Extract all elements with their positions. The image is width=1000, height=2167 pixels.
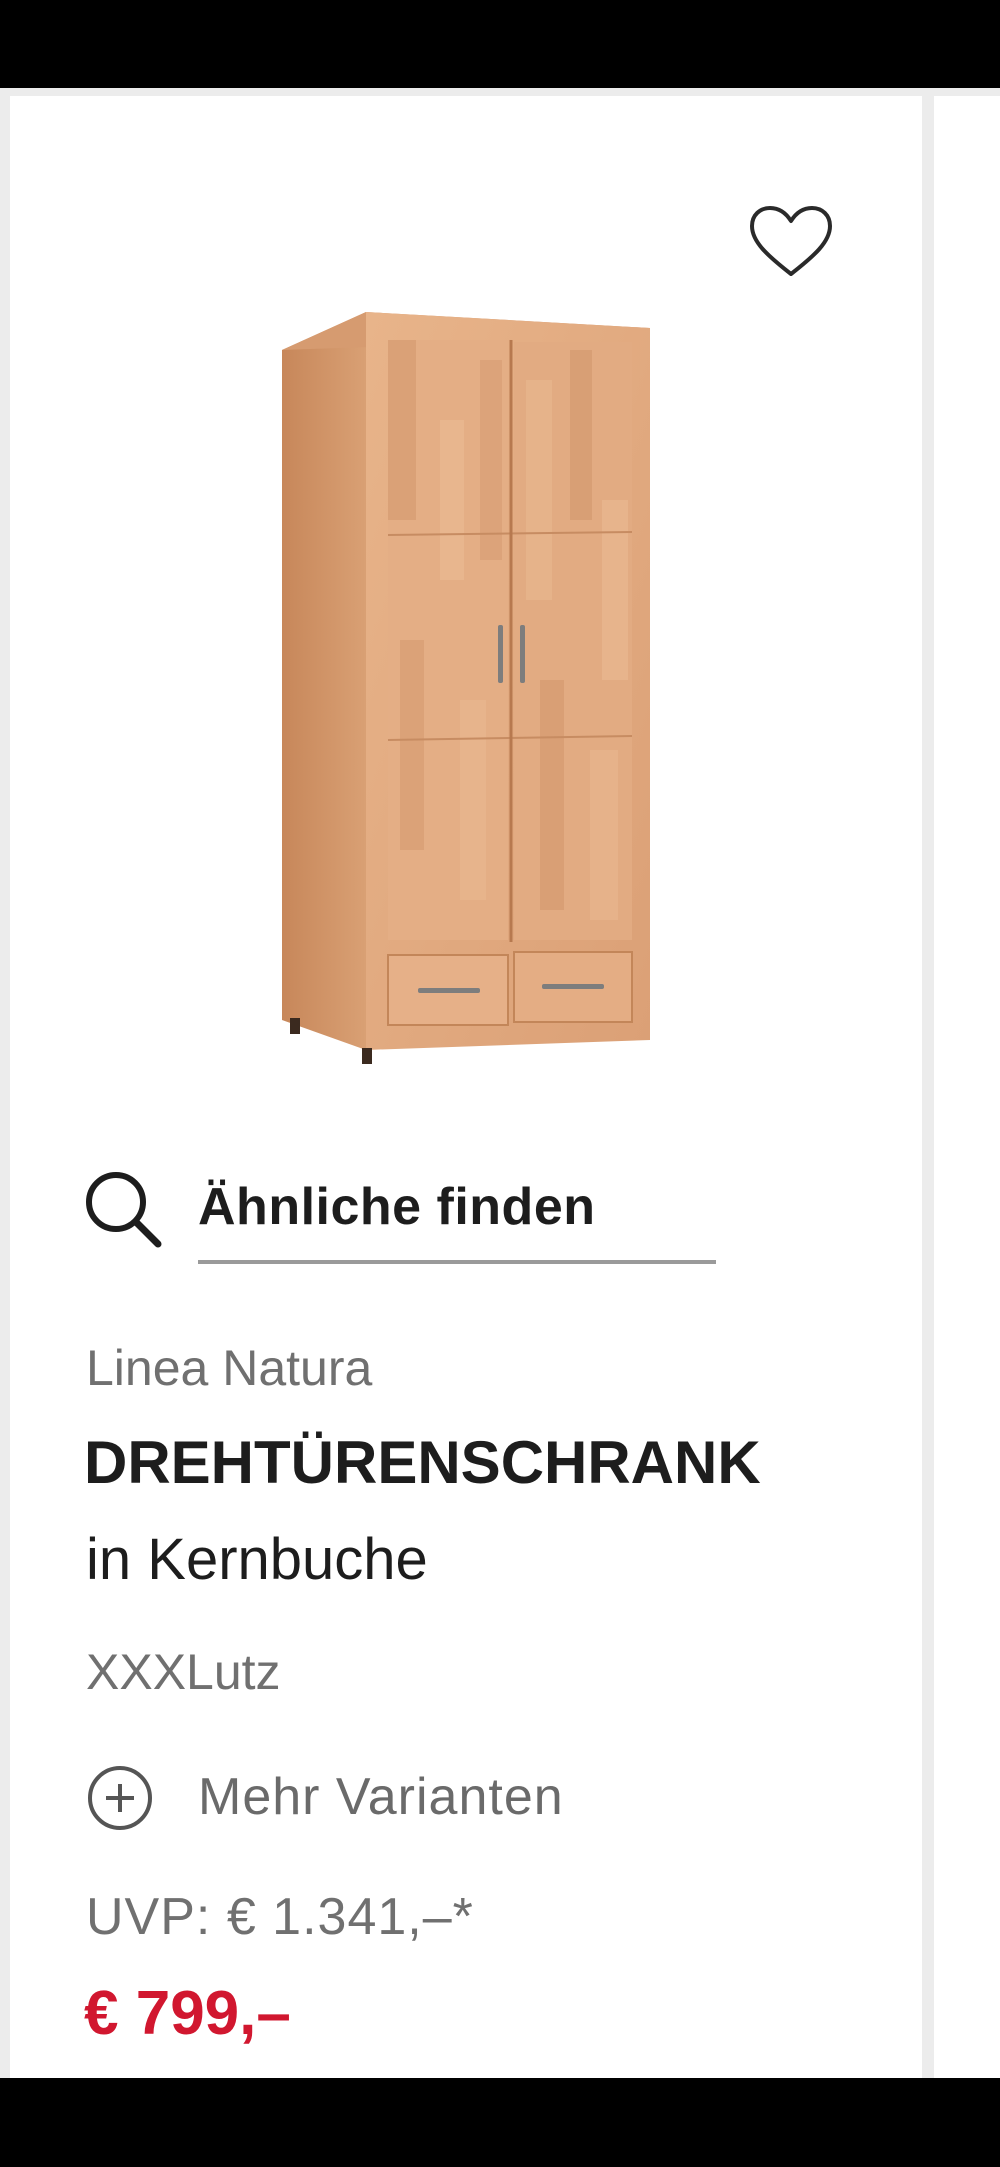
plus-circle-icon	[86, 1764, 154, 1832]
next-product-card-edge[interactable]	[934, 96, 1000, 2078]
more-variants-label: Mehr Varianten	[198, 1768, 564, 1826]
wishlist-button[interactable]	[748, 204, 834, 280]
page: Ähnliche finden Linea Natura DREHTÜRENSC…	[0, 0, 1000, 2167]
product-image[interactable]	[270, 300, 670, 1070]
product-subtitle: in Kernbuche	[86, 1527, 428, 1592]
product-title[interactable]: DREHTÜRENSCHRANK	[84, 1428, 761, 1498]
navigation-bar	[0, 2078, 1000, 2167]
heart-icon	[750, 206, 832, 276]
wardrobe-image	[282, 312, 650, 1064]
seller-name: XXXLutz	[86, 1644, 281, 1700]
product-brand: Linea Natura	[86, 1340, 373, 1396]
find-similar-label: Ähnliche finden	[198, 1178, 596, 1236]
find-similar-underline	[198, 1260, 716, 1264]
rrp-price: UVP: € 1.341,–*	[86, 1888, 474, 1946]
status-bar	[0, 0, 1000, 88]
search-icon	[82, 1168, 164, 1250]
sale-price: € 799,–	[84, 1979, 291, 2048]
more-variants-button[interactable]: Mehr Varianten	[86, 1762, 686, 1834]
find-similar-link[interactable]: Ähnliche finden	[82, 1168, 716, 1268]
